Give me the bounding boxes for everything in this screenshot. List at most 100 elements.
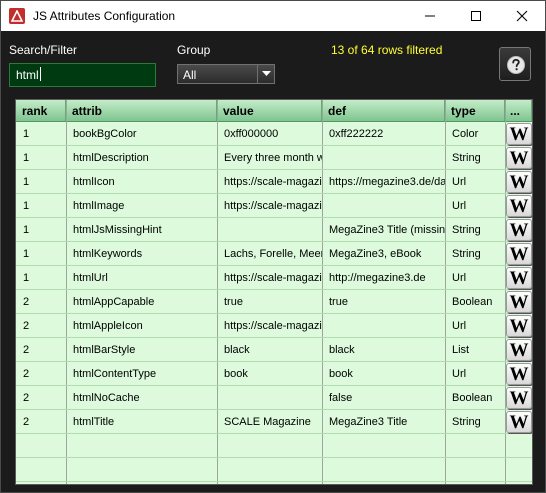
cell-attrib[interactable]: htmlAppleIcon: [66, 314, 217, 338]
cell-type[interactable]: Url: [445, 194, 505, 218]
cell-value[interactable]: SCALE Magazine: [217, 410, 322, 434]
column-header-value[interactable]: value: [217, 100, 322, 121]
wikipedia-icon[interactable]: W: [506, 219, 532, 241]
cell-rank[interactable]: 2: [16, 338, 66, 362]
cell-type[interactable]: String: [445, 218, 505, 242]
cell-attrib[interactable]: htmlKeywords: [66, 242, 217, 266]
cell-def[interactable]: black: [322, 338, 445, 362]
cell-value[interactable]: https://scale-magazine: [217, 170, 322, 194]
minimize-button[interactable]: [407, 1, 453, 31]
wikipedia-icon[interactable]: W: [506, 267, 532, 289]
cell-attrib[interactable]: htmlIcon: [66, 170, 217, 194]
cell-type[interactable]: String: [445, 146, 505, 170]
cell-def[interactable]: https://megazine3.de/data: [322, 170, 445, 194]
cell-def[interactable]: MegaZine3 Title (missing: [322, 218, 445, 242]
cell-attrib[interactable]: htmlDescription: [66, 146, 217, 170]
cell-rank[interactable]: 2: [16, 386, 66, 410]
cell-rank[interactable]: 2: [16, 290, 66, 314]
cell-value[interactable]: book: [217, 362, 322, 386]
table-row[interactable]: 1htmlKeywordsLachs, Forelle, MeeresfMega…: [16, 242, 532, 266]
cell-value[interactable]: https://scale-magazine: [217, 314, 322, 338]
table-row[interactable]: 2 htmlBarStyle black black List W: [16, 338, 532, 362]
cell-attrib[interactable]: htmlJsMissingHint: [66, 218, 217, 242]
help-button[interactable]: [499, 47, 531, 81]
cell-rank[interactable]: 1: [16, 170, 66, 194]
cell-value[interactable]: Lachs, Forelle, Meeresf: [217, 242, 322, 266]
cell-def[interactable]: [322, 194, 445, 218]
table-row[interactable]: 1htmlImagehttps://scale-magazine UrlW: [16, 194, 532, 218]
cell-def[interactable]: book: [322, 362, 445, 386]
cell-def[interactable]: MegaZine3 Title: [322, 410, 445, 434]
cell-attrib[interactable]: htmlBarStyle: [66, 338, 217, 362]
cell-def[interactable]: 0xff222222: [322, 122, 445, 146]
table-row[interactable]: 1htmlIconhttps://scale-magazinehttps://m…: [16, 170, 532, 194]
wikipedia-icon[interactable]: W: [506, 243, 532, 265]
wikipedia-icon[interactable]: W: [506, 411, 532, 433]
cell-value[interactable]: Every three month we: [217, 146, 322, 170]
cell-attrib[interactable]: bookBgColor: [66, 122, 217, 146]
close-button[interactable]: [499, 1, 545, 31]
cell-type[interactable]: String: [445, 410, 505, 434]
cell-type[interactable]: Url: [445, 266, 505, 290]
cell-value[interactable]: 0xff000000: [217, 122, 322, 146]
search-input[interactable]: html: [9, 63, 156, 87]
cell-def[interactable]: true: [322, 290, 445, 314]
cell-rank[interactable]: 1: [16, 242, 66, 266]
cell-attrib[interactable]: htmlTitle: [66, 410, 217, 434]
cell-def[interactable]: http://megazine3.de: [322, 266, 445, 290]
table-row[interactable]: 2 htmlAppCapable true true Boolean W: [16, 290, 532, 314]
cell-type[interactable]: Boolean: [445, 386, 505, 410]
cell-rank[interactable]: 1: [16, 218, 66, 242]
table-row[interactable]: 2htmlAppleIconhttps://scale-magazine UrlW: [16, 314, 532, 338]
wikipedia-icon[interactable]: W: [506, 291, 532, 313]
wikipedia-icon[interactable]: W: [506, 171, 532, 193]
cell-rank[interactable]: 1: [16, 266, 66, 290]
cell-attrib[interactable]: htmlAppCapable: [66, 290, 217, 314]
column-header-more[interactable]: ...: [505, 100, 532, 121]
cell-type[interactable]: Boolean: [445, 290, 505, 314]
wikipedia-icon[interactable]: W: [506, 195, 532, 217]
cell-rank[interactable]: 1: [16, 122, 66, 146]
cell-attrib[interactable]: htmlContentType: [66, 362, 217, 386]
cell-value[interactable]: https://scale-magazine: [217, 194, 322, 218]
wikipedia-icon[interactable]: W: [506, 123, 532, 145]
table-row[interactable]: 1 htmlJsMissingHint MegaZine3 Title (missi…: [16, 218, 532, 242]
maximize-button[interactable]: [453, 1, 499, 31]
table-row[interactable]: 2 htmlContentType book book Url W: [16, 362, 532, 386]
table-row[interactable]: 2 htmlNoCache false Boolean W: [16, 386, 532, 410]
chevron-down-icon[interactable]: [257, 65, 274, 83]
cell-def[interactable]: MegaZine3, eBook: [322, 242, 445, 266]
cell-type[interactable]: Url: [445, 170, 505, 194]
cell-rank[interactable]: 2: [16, 314, 66, 338]
wikipedia-icon[interactable]: W: [506, 315, 532, 337]
table-row[interactable]: 1 bookBgColor 0xff000000 0xff222222 Color W: [16, 122, 532, 146]
cell-rank[interactable]: 1: [16, 194, 66, 218]
table-row[interactable]: 1 htmlDescription Every three month we Stri…: [16, 146, 532, 170]
cell-type[interactable]: Url: [445, 314, 505, 338]
cell-rank[interactable]: 1: [16, 146, 66, 170]
cell-value[interactable]: [217, 386, 322, 410]
cell-value[interactable]: [217, 218, 322, 242]
column-header-type[interactable]: type: [445, 100, 505, 121]
wikipedia-icon[interactable]: W: [506, 147, 532, 169]
cell-attrib[interactable]: htmlImage: [66, 194, 217, 218]
wikipedia-icon[interactable]: W: [506, 339, 532, 361]
cell-value[interactable]: black: [217, 338, 322, 362]
cell-rank[interactable]: 2: [16, 362, 66, 386]
column-header-rank[interactable]: rank: [16, 100, 66, 121]
cell-rank[interactable]: 2: [16, 410, 66, 434]
column-header-attrib[interactable]: attrib: [66, 100, 217, 121]
cell-def[interactable]: [322, 314, 445, 338]
cell-def[interactable]: [322, 146, 445, 170]
wikipedia-icon[interactable]: W: [506, 363, 532, 385]
wikipedia-icon[interactable]: W: [506, 387, 532, 409]
cell-type[interactable]: Url: [445, 362, 505, 386]
cell-value[interactable]: true: [217, 290, 322, 314]
table-row[interactable]: 1htmlUrlhttps://scale-magazinehttp://meg…: [16, 266, 532, 290]
cell-type[interactable]: List: [445, 338, 505, 362]
group-select[interactable]: All: [177, 64, 275, 84]
cell-attrib[interactable]: htmlUrl: [66, 266, 217, 290]
title-bar[interactable]: JS Attributes Configuration: [1, 1, 545, 31]
cell-attrib[interactable]: htmlNoCache: [66, 386, 217, 410]
cell-value[interactable]: https://scale-magazine: [217, 266, 322, 290]
